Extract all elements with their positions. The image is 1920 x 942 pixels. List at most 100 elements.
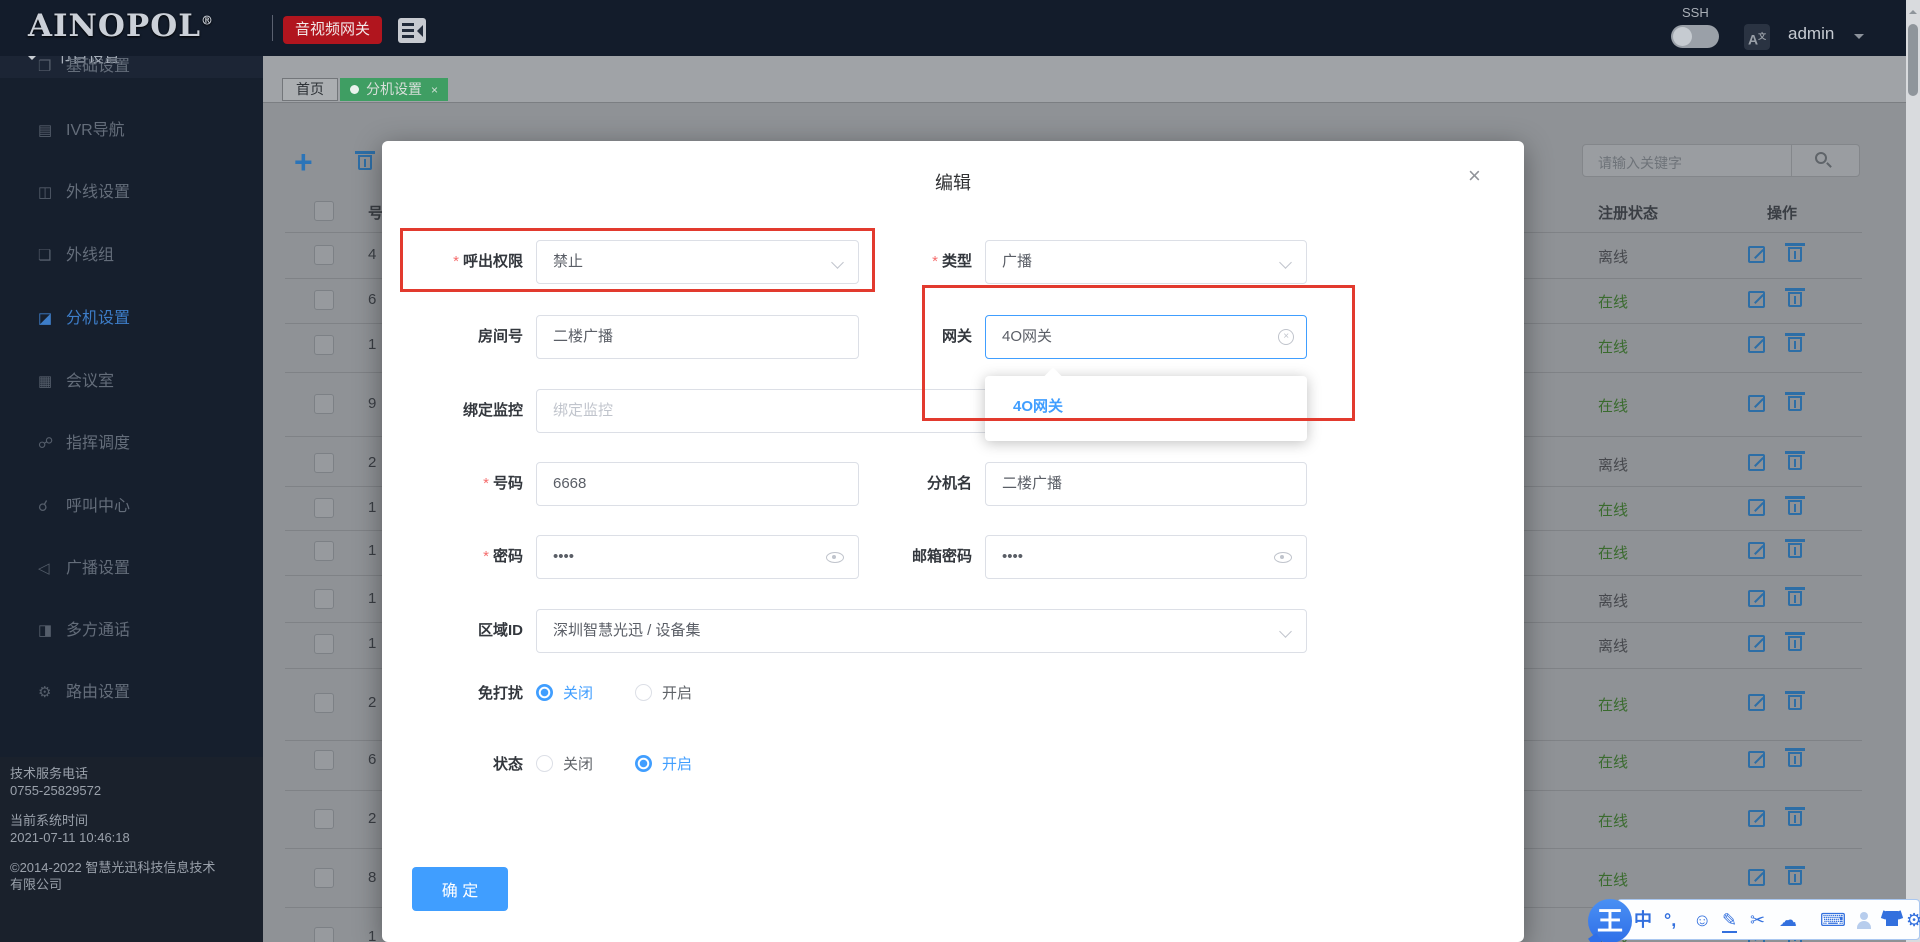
row-edit-button[interactable] [1748, 542, 1765, 559]
dnd-option-off[interactable]: 关闭 [563, 685, 593, 702]
row-delete-button[interactable] [1785, 587, 1805, 606]
page-scrollbar[interactable] [1906, 0, 1920, 942]
scroll-up-icon[interactable] [1909, 6, 1917, 14]
dnd-option-on[interactable]: 开启 [662, 685, 692, 702]
row-checkbox[interactable] [314, 868, 334, 888]
ime-logo-icon[interactable]: 王 [1588, 899, 1632, 942]
tab-home[interactable]: 首页 [282, 78, 338, 101]
sidebar-item-call-center[interactable]: ☌ 呼叫中心 [0, 487, 263, 527]
number-input[interactable]: 6668 [536, 462, 859, 506]
sidebar-item-ivr[interactable]: ▤ IVR导航 [0, 111, 263, 151]
radio-unselected-icon[interactable] [536, 755, 553, 772]
password-input[interactable]: •••• [536, 535, 859, 579]
row-checkbox[interactable] [314, 927, 334, 942]
dialog-close-icon[interactable]: × [1468, 163, 1481, 189]
row-checkbox[interactable] [314, 335, 334, 355]
area-id-select[interactable]: 深圳智慧光迅 / 设备集 [536, 609, 1307, 653]
tab-extension-settings[interactable]: 分机设置 × [340, 78, 449, 101]
row-edit-button[interactable] [1748, 395, 1765, 412]
sidebar-item-extension[interactable]: ◪ 分机设置 [0, 299, 263, 339]
row-checkbox[interactable] [314, 750, 334, 770]
row-delete-button[interactable] [1785, 243, 1805, 262]
ime-settings-icon[interactable]: ⚙ [1906, 909, 1920, 931]
row-edit-button[interactable] [1748, 810, 1765, 827]
row-checkbox[interactable] [314, 394, 334, 414]
email-password-input[interactable]: •••• [985, 535, 1307, 579]
row-checkbox[interactable] [314, 589, 334, 609]
row-delete-button[interactable] [1785, 748, 1805, 767]
row-edit-button[interactable] [1748, 454, 1765, 471]
row-edit-button[interactable] [1748, 246, 1765, 263]
row-checkbox[interactable] [314, 693, 334, 713]
ime-handwriting-icon[interactable]: ✎ [1722, 909, 1738, 933]
sidebar-item-routing[interactable]: ⚙ 路由设置 [0, 673, 263, 713]
batch-delete-button[interactable] [355, 151, 375, 170]
cell-number: 4 [368, 246, 377, 263]
radio-unselected-icon[interactable] [635, 684, 653, 701]
row-delete-button[interactable] [1785, 539, 1805, 558]
row-checkbox[interactable] [314, 634, 334, 654]
language-switch-icon[interactable]: A文 [1744, 24, 1770, 50]
row-edit-button[interactable] [1748, 590, 1765, 607]
radio-selected-icon[interactable] [536, 684, 553, 701]
row-checkbox[interactable] [314, 453, 334, 473]
row-edit-button[interactable] [1748, 336, 1765, 353]
divider [272, 15, 273, 41]
row-delete-button[interactable] [1785, 288, 1805, 307]
sidebar-collapse-icon[interactable] [398, 18, 426, 43]
row-checkbox[interactable] [314, 245, 334, 265]
row-delete-button[interactable] [1785, 632, 1805, 651]
radio-selected-icon[interactable] [635, 755, 653, 772]
search-input[interactable]: 请输入关键字 [1582, 144, 1860, 177]
search-icon[interactable] [1815, 152, 1827, 164]
ime-cloud-icon[interactable]: ☁ [1779, 909, 1797, 931]
row-delete-button[interactable] [1785, 392, 1805, 411]
row-edit-button[interactable] [1748, 499, 1765, 516]
row-delete-button[interactable] [1785, 866, 1805, 885]
ime-chinese-mode-icon[interactable]: 中 [1634, 909, 1652, 931]
status-option-off[interactable]: 关闭 [563, 756, 593, 773]
row-edit-button[interactable] [1748, 694, 1765, 711]
add-button[interactable]: + [294, 144, 313, 181]
row-edit-button[interactable] [1748, 635, 1765, 652]
ime-cut-icon[interactable]: ✂ [1750, 909, 1765, 931]
row-checkbox[interactable] [314, 498, 334, 518]
eye-icon[interactable] [1274, 552, 1292, 563]
sidebar-item-multi-party[interactable]: ◨ 多方通话 [0, 611, 263, 651]
sidebar-item-broadcast[interactable]: ◁ 广播设置 [0, 549, 263, 589]
row-delete-button[interactable] [1785, 451, 1805, 470]
status-badge: 在线 [1598, 545, 1629, 562]
row-edit-button[interactable] [1748, 869, 1765, 886]
row-edit-button[interactable] [1748, 751, 1765, 768]
row-checkbox[interactable] [314, 809, 334, 829]
row-delete-button[interactable] [1785, 807, 1805, 826]
row-checkbox[interactable] [314, 290, 334, 310]
call-split-icon: ☌ [38, 498, 49, 515]
room-input[interactable]: 二楼广播 [536, 315, 859, 359]
sidebar-item-dispatch[interactable]: ☍ 指挥调度 [0, 424, 263, 464]
user-menu[interactable]: admin [1788, 24, 1834, 44]
ime-punctuation-icon[interactable]: °, [1664, 909, 1676, 931]
close-tab-icon[interactable]: × [431, 83, 438, 97]
ime-keyboard-icon[interactable]: ⌨ [1820, 909, 1846, 931]
row-delete-button[interactable] [1785, 496, 1805, 515]
status-option-on[interactable]: 开启 [662, 756, 692, 773]
row-delete-button[interactable] [1785, 333, 1805, 352]
row-checkbox[interactable] [314, 541, 334, 561]
sidebar-item-trunk-group[interactable]: ❏ 外线组 [0, 236, 263, 276]
row-edit-button[interactable] [1748, 291, 1765, 308]
row-delete-button[interactable] [1785, 691, 1805, 710]
ime-account-icon[interactable] [1856, 912, 1872, 929]
password-label: * 密码 [483, 548, 523, 565]
scrollbar-thumb[interactable] [1908, 24, 1918, 96]
trash-icon [355, 151, 375, 170]
ime-emoji-icon[interactable]: ☺ [1693, 909, 1711, 931]
ssh-toggle[interactable] [1671, 25, 1719, 48]
ext-name-input[interactable]: 二楼广播 [985, 462, 1307, 506]
sidebar-item-trunk[interactable]: ◫ 外线设置 [0, 173, 263, 213]
type-select[interactable]: 广播 [985, 240, 1307, 284]
sidebar-item-meeting[interactable]: ▦ 会议室 [0, 362, 263, 402]
ime-skin-icon[interactable] [1886, 911, 1898, 926]
select-all-checkbox[interactable] [314, 201, 334, 221]
confirm-button[interactable]: 确 定 [412, 867, 508, 911]
